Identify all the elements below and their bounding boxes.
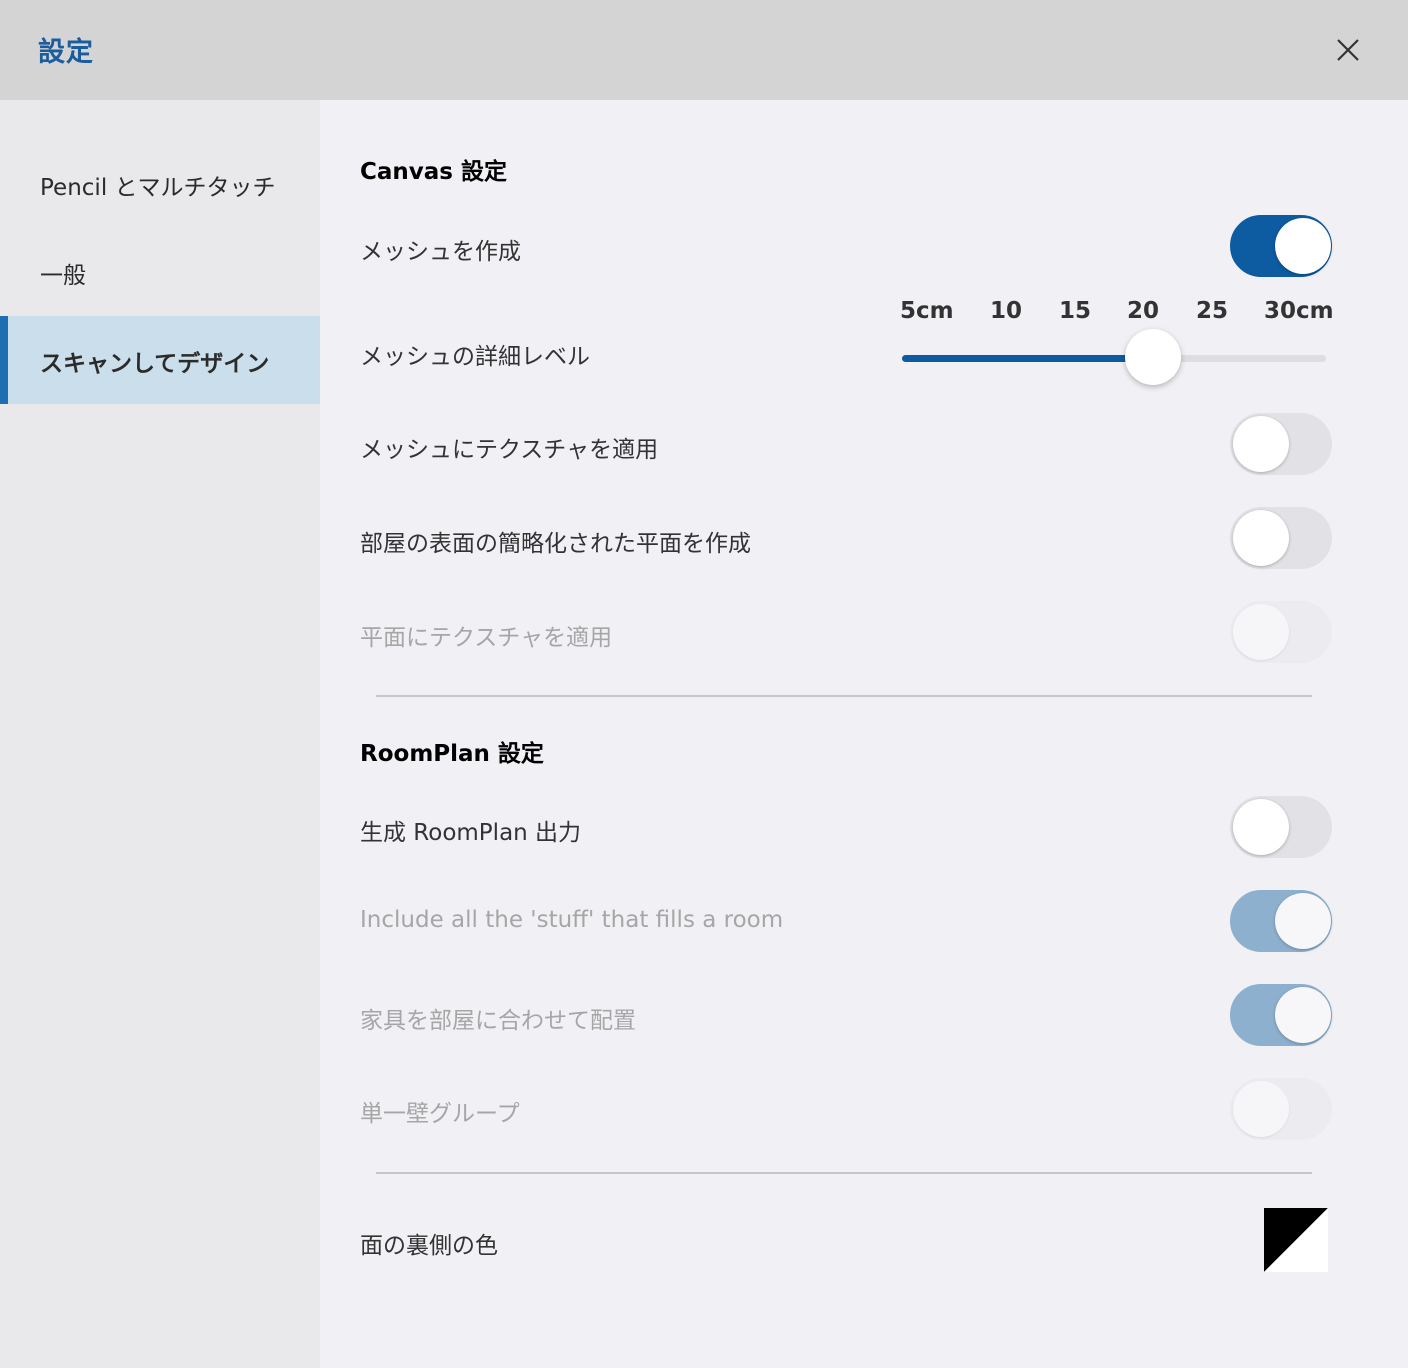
include-stuff-label: Include all the 'stuff' that fills a roo… [360,907,784,933]
sidebar-item-scan-and-design[interactable]: スキャンしてデザイン [0,316,320,404]
generate-roomplan-label: 生成 RoomPlan 出力 [360,820,582,846]
mesh-detail-slider-fill [902,355,1148,362]
slider-tick-label: 20 [1127,298,1160,324]
toggle-knob [1233,1081,1289,1137]
roomplan-section-title: RoomPlan 設定 [360,741,544,767]
slider-tick-label: 25 [1196,298,1229,324]
single-wall-group-label: 単一壁グループ [360,1101,520,1127]
sidebar: Pencil とマルチタッチ 一般 スキャンしてデザイン [0,100,320,1368]
mesh-detail-slider-thumb[interactable] [1125,329,1181,385]
fit-furniture-toggle[interactable] [1230,984,1332,1046]
settings-panel: Canvas 設定 メッシュを作成 5cm 10 15 20 25 30cm メ… [320,100,1408,1368]
simplified-planes-toggle[interactable] [1230,507,1332,569]
page-title: 設定 [38,37,94,68]
section-divider [376,1172,1312,1174]
mesh-detail-slider-track[interactable] [902,355,1326,362]
include-stuff-toggle[interactable] [1230,890,1332,952]
close-icon [1337,39,1359,61]
apply-texture-mesh-label: メッシュにテクスチャを適用 [360,437,659,463]
create-mesh-toggle[interactable] [1230,215,1332,277]
apply-texture-planes-toggle[interactable] [1230,601,1332,663]
toggle-knob [1233,604,1289,660]
section-divider [376,695,1312,697]
slider-tick-label: 30cm [1264,298,1334,324]
toggle-knob [1233,799,1289,855]
single-wall-group-toggle[interactable] [1230,1078,1332,1140]
slider-tick-label: 5cm [900,298,954,324]
apply-texture-mesh-toggle[interactable] [1230,413,1332,475]
toggle-knob [1233,510,1289,566]
sidebar-item-pencil-multitouch[interactable]: Pencil とマルチタッチ [0,140,320,228]
sidebar-item-label: スキャンしてデザイン [40,351,270,377]
apply-texture-planes-label: 平面にテクスチャを適用 [360,625,613,651]
create-mesh-label: メッシュを作成 [360,239,521,265]
sidebar-item-general[interactable]: 一般 [0,228,320,316]
backface-color-label: 面の裏側の色 [360,1233,498,1259]
mesh-detail-label: メッシュの詳細レベル [360,344,590,370]
toggle-knob [1275,987,1331,1043]
sidebar-item-label: Pencil とマルチタッチ [40,175,276,201]
close-button[interactable] [1328,30,1368,70]
fit-furniture-label: 家具を部屋に合わせて配置 [360,1008,636,1034]
simplified-planes-label: 部屋の表面の簡略化された平面を作成 [360,531,751,557]
two-tone-swatch-icon [1264,1208,1328,1272]
backface-color-swatch[interactable] [1264,1208,1328,1272]
canvas-section-title: Canvas 設定 [360,159,507,185]
slider-tick-label: 15 [1059,298,1092,324]
slider-tick-label: 10 [990,298,1023,324]
toggle-knob [1275,218,1331,274]
toggle-knob [1275,893,1331,949]
generate-roomplan-toggle[interactable] [1230,796,1332,858]
toggle-knob [1233,416,1289,472]
sidebar-item-label: 一般 [40,263,86,289]
title-bar: 設定 [0,0,1408,100]
